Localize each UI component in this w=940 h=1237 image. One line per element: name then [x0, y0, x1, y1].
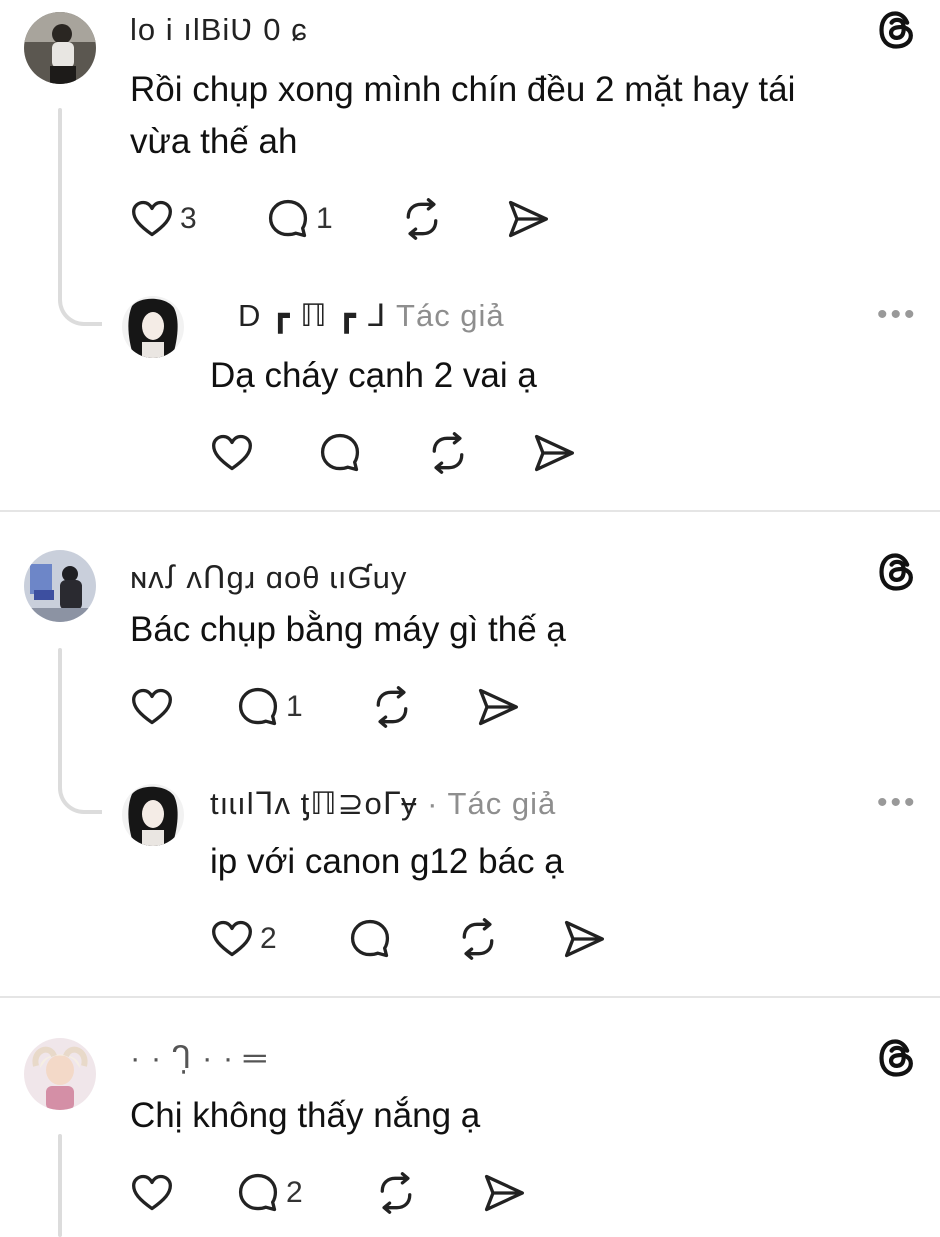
- comment-bubble-icon: [348, 917, 392, 961]
- comment-bubble-icon: [266, 197, 310, 241]
- comment-bubble-icon: [236, 685, 280, 729]
- repost-icon: [374, 1171, 418, 1215]
- send-icon: [562, 917, 606, 961]
- send-icon: [476, 685, 520, 729]
- reply-button[interactable]: 1: [236, 684, 303, 730]
- heart-icon: [130, 197, 174, 241]
- send-icon: [506, 197, 550, 241]
- threads-logo-icon[interactable]: [876, 550, 920, 594]
- avatar[interactable]: [24, 12, 96, 84]
- reply-button[interactable]: [318, 430, 368, 476]
- comment-username[interactable]: ɴʌꭍ ʌՈɡɹ ɑoθ ɩıƓuy: [130, 556, 407, 598]
- like-count: 2: [260, 922, 277, 955]
- avatar[interactable]: [24, 550, 96, 622]
- comment-bubble-icon: [318, 431, 362, 475]
- reply-avatar[interactable]: [122, 296, 184, 358]
- thread-connector-curve: [58, 770, 102, 814]
- repost-icon: [400, 197, 444, 241]
- reply-button[interactable]: 1: [266, 196, 333, 242]
- comment-username[interactable]: lo i ılBiƲ 0 ɕ: [130, 12, 308, 48]
- send-icon: [532, 431, 576, 475]
- share-button[interactable]: [532, 430, 576, 476]
- comment-text: Rồi chụp xong mình chín đều 2 mặt hay tá…: [130, 70, 796, 109]
- repost-button[interactable]: [374, 1170, 418, 1216]
- share-button[interactable]: [476, 684, 520, 730]
- reply-text: ip với canon g12 bác ạ: [210, 842, 564, 881]
- avatar[interactable]: [24, 1038, 96, 1110]
- share-button[interactable]: [562, 916, 606, 962]
- share-button[interactable]: [506, 196, 550, 242]
- share-button[interactable]: [482, 1170, 526, 1216]
- comment-text-continued: vừa thế ah: [130, 122, 298, 161]
- reply-username-text: D ┏ ℿ ┏ ᒧ: [238, 298, 387, 333]
- more-options-button[interactable]: •••: [877, 786, 918, 820]
- thread-connector-line: [58, 1134, 62, 1237]
- heart-icon: [130, 685, 174, 729]
- thread-divider: [0, 510, 940, 512]
- comment-text: Bác chụp bằng máy gì thế ạ: [130, 610, 566, 649]
- like-button[interactable]: [130, 1170, 180, 1216]
- reply-username[interactable]: D ┏ ℿ ┏ ᒧ Tác giả: [238, 298, 505, 334]
- repost-button[interactable]: [370, 684, 414, 730]
- reply-button[interactable]: 2: [236, 1170, 303, 1216]
- reply-count: 1: [286, 690, 303, 723]
- repost-icon: [370, 685, 414, 729]
- thread-divider: [0, 996, 940, 998]
- more-options-button[interactable]: •••: [877, 298, 918, 332]
- like-button[interactable]: [210, 430, 260, 476]
- like-button[interactable]: 3: [130, 196, 197, 242]
- thread-connector-curve: [58, 282, 102, 326]
- author-badge: · Tác giả: [427, 786, 557, 821]
- repost-icon: [456, 917, 500, 961]
- author-badge: Tác giả: [396, 298, 505, 333]
- send-icon: [482, 1171, 526, 1215]
- repost-icon: [426, 431, 470, 475]
- like-count: 3: [180, 202, 197, 235]
- reply-avatar[interactable]: [122, 784, 184, 846]
- heart-icon: [130, 1171, 174, 1215]
- thread-connector-line: [58, 108, 62, 288]
- repost-button[interactable]: [426, 430, 470, 476]
- heart-icon: [210, 431, 254, 475]
- reply-text: Dạ cháy cạnh 2 vai ạ: [210, 356, 537, 395]
- comment-username[interactable]: · · ᒉ̣ · · ═: [130, 1040, 267, 1076]
- reply-username-text: tıɩılᒣʌ ƫℿ⊇oᒥɏ: [210, 786, 418, 821]
- repost-button[interactable]: [456, 916, 500, 962]
- reply-button[interactable]: [348, 916, 398, 962]
- reply-count: 1: [316, 202, 333, 235]
- repost-button[interactable]: [400, 196, 444, 242]
- reply-username[interactable]: tıɩılᒣʌ ƫℿ⊇oᒥɏ · Tác giả: [210, 786, 556, 822]
- threads-logo-icon[interactable]: [876, 8, 920, 52]
- threads-logo-icon[interactable]: [876, 1036, 920, 1080]
- thread-connector-line: [58, 648, 62, 778]
- like-button[interactable]: [130, 684, 180, 730]
- comment-text: Chị không thấy nắng ạ: [130, 1096, 481, 1135]
- comment-bubble-icon: [236, 1171, 280, 1215]
- like-button[interactable]: 2: [210, 916, 277, 962]
- heart-icon: [210, 917, 254, 961]
- reply-count: 2: [286, 1176, 303, 1209]
